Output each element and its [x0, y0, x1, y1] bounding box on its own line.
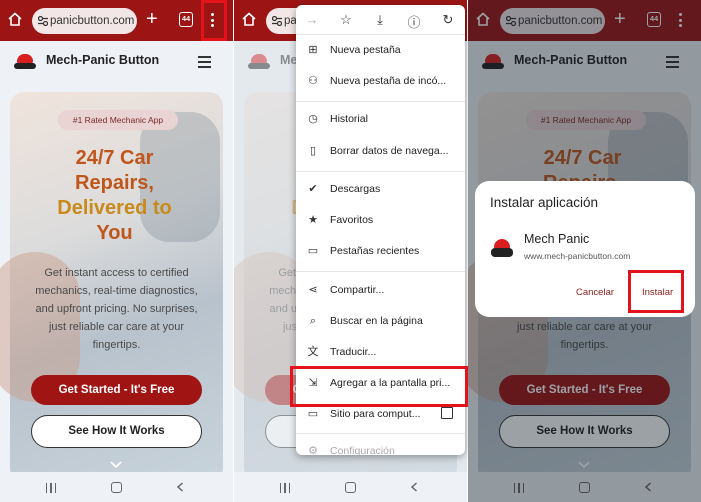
- reload-icon[interactable]: ↻: [440, 12, 456, 28]
- back-icon[interactable]: [410, 482, 418, 492]
- devices-icon: ▭: [307, 245, 319, 257]
- headline-line-4: You: [96, 222, 133, 244]
- menu-item-downloads[interactable]: ✔ Descargas: [296, 179, 465, 199]
- home-icon[interactable]: [242, 12, 256, 26]
- incognito-icon: ⚇: [308, 75, 318, 87]
- menu-item-clear-data[interactable]: ▯ Borrar datos de navega...: [296, 141, 465, 161]
- plus-square-icon: ⊞: [308, 44, 318, 56]
- menu-item-share[interactable]: ⋖ Compartir...: [296, 280, 465, 300]
- history-icon: ◷: [308, 113, 318, 125]
- highlight-install-button: [628, 270, 684, 313]
- panel-browser-page: panicbutton.com + 44 Mech-Panic Button #…: [0, 0, 233, 502]
- panic-button-logo-icon: [14, 53, 36, 69]
- hero-description: Get instant access to certified mechanic…: [35, 267, 198, 351]
- android-nav-bar: [234, 472, 467, 502]
- download-icon[interactable]: ⤓: [372, 12, 388, 28]
- back-icon[interactable]: [176, 482, 184, 492]
- get-started-button[interactable]: Get Started - It's Free: [31, 375, 202, 405]
- bookmark-star-icon[interactable]: ☆: [338, 12, 354, 28]
- hero-headline: 24/7 Car Repairs, Delivered to You: [18, 146, 211, 246]
- site-settings-icon[interactable]: [272, 16, 282, 26]
- menu-divider: [296, 271, 465, 272]
- menu-item-recent-tabs[interactable]: ▭ Pestañas recientes: [296, 241, 465, 261]
- highlight-add-to-home-screen: [290, 366, 468, 407]
- download-check-icon: ✔: [308, 183, 318, 195]
- dialog-title: Instalar aplicación: [490, 195, 599, 210]
- recents-icon[interactable]: [280, 483, 290, 493]
- menu-item-settings[interactable]: ⚙ Configuración: [296, 441, 465, 455]
- share-icon: ⋖: [308, 284, 318, 296]
- menu-divider: [296, 171, 465, 172]
- see-how-it-works-button[interactable]: See How It Works: [31, 415, 202, 448]
- headline-line-1: 24/7 Car: [75, 147, 154, 169]
- page-info-icon[interactable]: ⓘ: [406, 12, 422, 31]
- trash-icon: ▯: [309, 145, 317, 157]
- new-tab-button[interactable]: +: [146, 7, 158, 31]
- menu-action-row: → ☆ ⤓ ⓘ ↻: [296, 5, 465, 35]
- app-logo-icon: [491, 237, 513, 259]
- find-in-page-icon: ⌕: [309, 315, 317, 327]
- screenshot-triptych: panicbutton.com + 44 Mech-Panic Button #…: [0, 0, 701, 502]
- site-header: Mech-Panic Button: [0, 41, 233, 81]
- tab-switcher-button[interactable]: 44: [179, 12, 193, 27]
- home-icon[interactable]: [8, 12, 22, 26]
- site-name: Mech-Panic Button: [46, 53, 160, 67]
- menu-item-find-in-page[interactable]: ⌕ Buscar en la página: [296, 311, 465, 331]
- forward-icon[interactable]: →: [304, 12, 320, 27]
- desktop-site-checkbox[interactable]: [441, 407, 453, 419]
- hamburger-menu-icon[interactable]: [198, 56, 211, 71]
- star-icon: ★: [308, 214, 318, 226]
- menu-item-incognito[interactable]: ⚇ Nueva pestaña de incó...: [296, 71, 465, 91]
- menu-item-history[interactable]: ◷ Historial: [296, 109, 465, 129]
- headline-line-3: Delivered to: [57, 197, 172, 219]
- url-text: panicbutton.com: [50, 15, 135, 27]
- site-settings-icon[interactable]: [38, 16, 48, 26]
- menu-divider: [296, 433, 465, 434]
- desktop-icon: ▭: [307, 408, 319, 420]
- headline-line-2: Repairs,: [75, 172, 154, 194]
- menu-item-translate[interactable]: 文 Traducir...: [296, 342, 465, 362]
- app-url: www.mech-panicbutton.com: [524, 251, 631, 261]
- highlight-menu-button: [201, 0, 227, 41]
- translate-icon: 文: [307, 346, 319, 358]
- android-nav-bar: [0, 472, 233, 502]
- settings-icon: ⚙: [308, 445, 318, 455]
- browser-toolbar: panicbutton.com + 44: [0, 0, 233, 41]
- android-home-icon[interactable]: [111, 482, 122, 493]
- android-home-icon[interactable]: [345, 482, 356, 493]
- menu-divider: [296, 101, 465, 102]
- recents-icon[interactable]: [46, 483, 56, 493]
- menu-item-desktop-site[interactable]: ▭ Sitio para comput...: [296, 404, 465, 424]
- menu-item-new-tab[interactable]: ⊞ Nueva pestaña: [296, 40, 465, 60]
- cancel-button[interactable]: Cancelar: [576, 287, 614, 298]
- menu-item-bookmarks[interactable]: ★ Favoritos: [296, 210, 465, 230]
- scroll-down-chevron-icon[interactable]: [110, 461, 122, 469]
- rating-badge: #1 Rated Mechanic App: [58, 110, 178, 130]
- address-bar[interactable]: panicbutton.com: [32, 8, 137, 34]
- app-name: Mech Panic: [524, 232, 590, 246]
